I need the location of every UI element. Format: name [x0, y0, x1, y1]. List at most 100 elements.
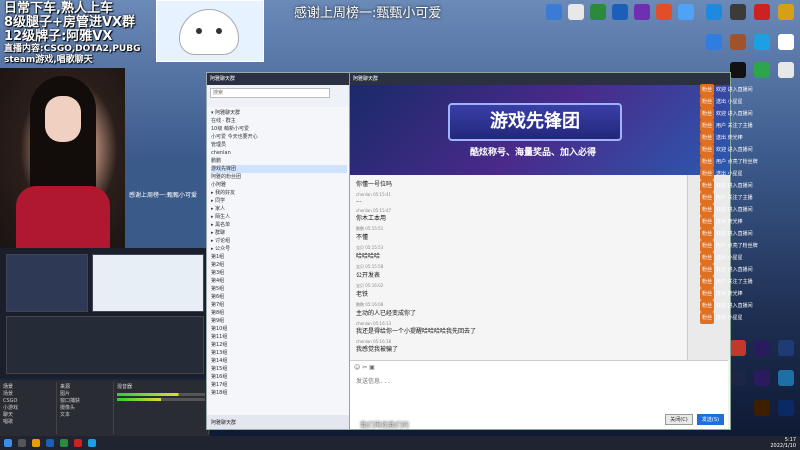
source-item[interactable]: 文本 — [57, 412, 113, 419]
close-button[interactable]: 关闭(C) — [665, 414, 693, 425]
desktop-app-icon[interactable] — [778, 370, 794, 386]
desktop-app-icon[interactable] — [754, 62, 770, 78]
desktop-app-icon[interactable] — [778, 62, 794, 78]
list-item[interactable]: chenlan — [211, 149, 347, 157]
list-item[interactable]: 第15组 — [211, 365, 347, 373]
scene-item[interactable]: 聊天 — [0, 412, 56, 419]
list-item[interactable]: 第7组 — [211, 301, 347, 309]
obs-preview: 感谢上周榜一:甄甄小可爱 — [125, 160, 210, 260]
list-item[interactable]: 第9组 — [211, 317, 347, 325]
desktop-app-icon[interactable] — [778, 400, 794, 416]
chat-message: 鹏鹏 05:15:51 不懂 — [356, 226, 680, 241]
chat-window-title: 阿雅聊天群 — [350, 73, 730, 85]
danmaku-line: 粉丝 送出 荧光棒 — [700, 288, 800, 300]
scene-item[interactable]: 唱歌 — [0, 419, 56, 426]
source-item[interactable]: 图片 — [57, 391, 113, 398]
list-item[interactable]: 第4组 — [211, 277, 347, 285]
list-item[interactable]: 第17组 — [211, 381, 347, 389]
desktop-app-icon[interactable] — [568, 4, 584, 20]
game-ad-banner[interactable]: 游戏先锋团 酷炫称号、海量奖品、加入必得 — [350, 85, 730, 175]
list-item[interactable]: 第2组 — [211, 261, 347, 269]
desktop-app-icon[interactable] — [778, 34, 794, 50]
scene-item[interactable]: 小游戏 — [0, 405, 56, 412]
list-item[interactable]: 第14组 — [211, 357, 347, 365]
desktop-app-icon[interactable] — [634, 4, 650, 20]
list-item[interactable]: 阿雅的粉丝团 — [211, 173, 347, 181]
message-input[interactable] — [354, 374, 728, 414]
danmaku-text: 欢迎 进入直播间 — [716, 147, 753, 153]
list-item[interactable]: ▸ 讨论组 — [211, 237, 347, 245]
mixer-header: 混音器 — [117, 384, 133, 390]
source-item[interactable]: 窗口捕获 — [57, 398, 113, 405]
danmaku-text: 欢迎 进入直播间 — [716, 231, 753, 237]
list-item[interactable]: 10级 萌新小可爱 — [211, 125, 347, 133]
scene-item[interactable]: 场景 — [0, 391, 56, 398]
list-item[interactable]: ▾ 阿雅聊天群 — [211, 109, 347, 117]
desktop-app-icon[interactable] — [754, 400, 770, 416]
desktop-app-icon[interactable] — [754, 4, 770, 20]
list-item[interactable]: 第13组 — [211, 349, 347, 357]
list-item[interactable]: ▸ 黑名单 — [211, 221, 347, 229]
desktop-app-icon[interactable] — [656, 4, 672, 20]
desktop-app-icon[interactable] — [754, 370, 770, 386]
windows-start-icon[interactable] — [4, 439, 12, 447]
desktop-app-icon[interactable] — [546, 4, 562, 20]
emoji-icon[interactable]: ☺ — [354, 364, 360, 371]
desktop-app-icon[interactable] — [730, 4, 746, 20]
taskbar-app-icon[interactable] — [88, 439, 96, 447]
search-icon[interactable] — [18, 439, 26, 447]
list-item[interactable]: 管理员 — [211, 141, 347, 149]
list-item[interactable]: 第16组 — [211, 373, 347, 381]
fan-badge: 粉丝 — [700, 96, 715, 108]
list-item[interactable]: 小阿雅 — [211, 181, 347, 189]
list-item[interactable]: 第6组 — [211, 293, 347, 301]
desktop-app-icon[interactable] — [730, 370, 746, 386]
desktop-app-icon[interactable] — [754, 34, 770, 50]
desktop-app-icon[interactable] — [706, 34, 722, 50]
message-body: 你懂一号位吗 — [356, 181, 393, 188]
send-bar: 关闭(C) 发送(S) — [663, 414, 724, 425]
scissors-icon[interactable]: ✂ — [362, 364, 367, 371]
fan-badge: 粉丝 — [700, 144, 715, 156]
send-button[interactable]: 发送(S) — [696, 414, 724, 425]
list-item[interactable]: 第8组 — [211, 309, 347, 317]
desktop-app-icon[interactable] — [778, 4, 794, 20]
desktop-app-icon[interactable] — [678, 4, 694, 20]
scenes-header: 场景 — [3, 384, 14, 390]
taskbar-app-icon[interactable] — [46, 439, 54, 447]
list-item[interactable]: ▸ 同学 — [211, 197, 347, 205]
source-item[interactable]: 摄像头 — [57, 405, 113, 412]
list-item[interactable]: ▸ 家人 — [211, 205, 347, 213]
list-item[interactable]: ▸ 我的好友 — [211, 189, 347, 197]
taskbar-app-icon[interactable] — [60, 439, 68, 447]
list-item[interactable]: 在线 · 群主 — [211, 117, 347, 125]
list-item[interactable]: 第12组 — [211, 341, 347, 349]
desktop-app-icon[interactable] — [590, 4, 606, 20]
qq-search-input[interactable] — [210, 88, 330, 98]
taskbar-app-icon[interactable] — [32, 439, 40, 447]
list-item[interactable]: 游戏先锋团 — [211, 165, 347, 173]
list-item[interactable]: ▸ 陌生人 — [211, 213, 347, 221]
desktop-app-icon[interactable] — [730, 34, 746, 50]
fan-badge: 粉丝 — [700, 192, 715, 204]
list-item[interactable]: 第18组 — [211, 389, 347, 397]
system-clock[interactable]: 5:17 2022/1/10 — [770, 437, 796, 449]
list-item[interactable]: 第3组 — [211, 269, 347, 277]
image-icon[interactable]: ▣ — [369, 364, 375, 371]
danmaku-line: 粉丝 用户 关注了主播 — [700, 120, 800, 132]
list-item[interactable]: 第1组 — [211, 253, 347, 261]
list-item[interactable]: 小可爱 今天也要开心 — [211, 133, 347, 141]
list-item[interactable]: 第10组 — [211, 325, 347, 333]
scene-item[interactable]: CSGO — [0, 398, 56, 405]
ad-title: 游戏先锋团 — [448, 103, 622, 141]
list-item[interactable]: ▸ 群聊 — [211, 229, 347, 237]
taskbar-app-icon[interactable] — [74, 439, 82, 447]
list-item[interactable]: 第5组 — [211, 285, 347, 293]
list-item[interactable]: 鹏鹏 — [211, 157, 347, 165]
list-item[interactable]: ▸ 公众号 — [211, 245, 347, 253]
desktop-app-icon[interactable] — [730, 62, 746, 78]
obs-scenes-panel: 场景 场景 CSGO 小游戏 聊天 唱歌 — [0, 382, 57, 434]
list-item[interactable]: 第11组 — [211, 333, 347, 341]
desktop-app-icon[interactable] — [612, 4, 628, 20]
desktop-app-icon[interactable] — [706, 4, 722, 20]
